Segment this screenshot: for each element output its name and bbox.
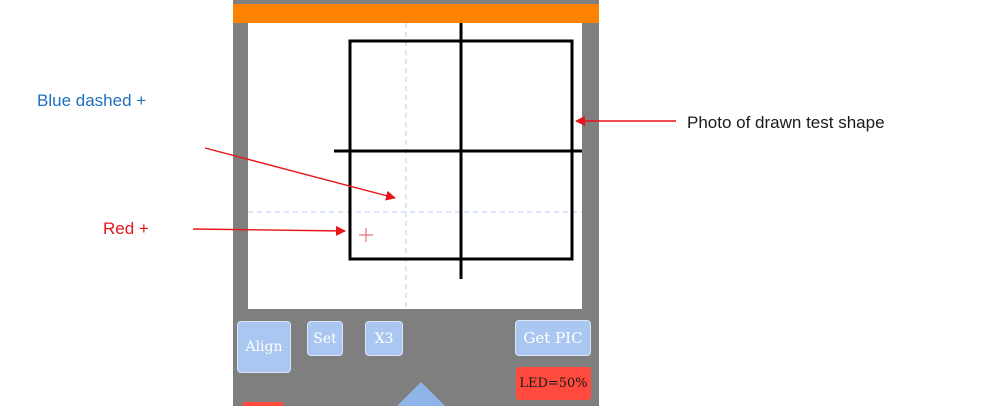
device-screen: Align Set X3 Get PIC LED=50% <box>233 0 599 406</box>
get-pic-button[interactable]: Get PIC <box>515 320 591 356</box>
drawn-test-shape <box>248 23 582 309</box>
camera-photo-view <box>248 23 582 309</box>
annotation-red: Red + <box>103 219 149 238</box>
annotation-blue-dashed: Blue dashed + <box>37 91 147 110</box>
x3-button[interactable]: X3 <box>365 321 403 356</box>
align-button[interactable]: Align <box>237 321 291 373</box>
top-bar <box>233 4 599 23</box>
set-button[interactable]: Set <box>307 321 343 356</box>
up-arrow-icon[interactable] <box>391 376 451 406</box>
bottom-left-red-button-partial[interactable] <box>243 402 283 406</box>
led-status-badge[interactable]: LED=50% <box>516 367 591 400</box>
annotation-photo: Photo of drawn test shape <box>687 113 885 132</box>
